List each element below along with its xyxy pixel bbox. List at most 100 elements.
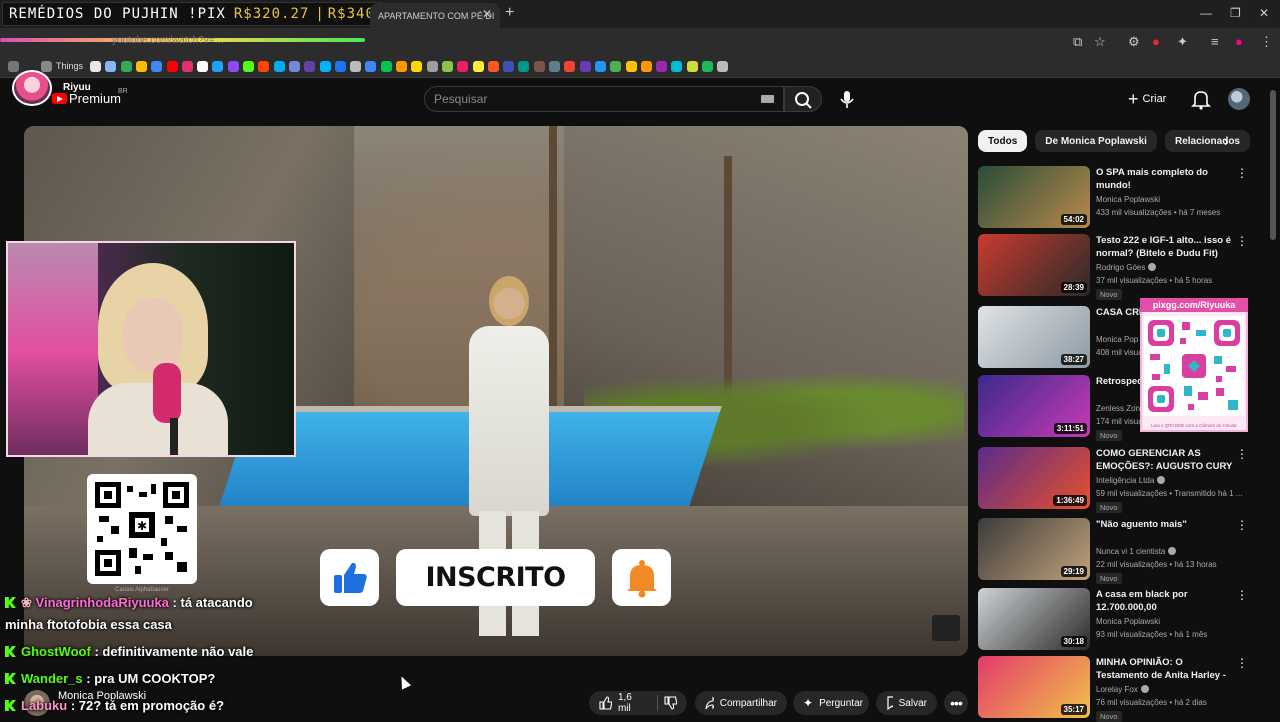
recommendation-item[interactable]: 35:17 MINHA OPINIÃO: O Testamento de Anit… [978, 656, 1258, 722]
video-thumbnail[interactable]: 54:02 [978, 166, 1090, 228]
video-title[interactable]: COMO GERENCIAR AS EMOÇÕES?: AUGUSTO CURY… [1096, 447, 1236, 473]
bookmark-favicon-icon[interactable] [625, 61, 637, 72]
video-thumbnail[interactable]: 29:19 [978, 518, 1090, 580]
bookmark-favicon-icon[interactable] [120, 61, 132, 72]
bookmark-favicon-icon[interactable] [579, 61, 591, 72]
bookmark-favicon-icon[interactable] [533, 61, 545, 72]
bookmark-favicon-icon[interactable] [227, 61, 239, 72]
bookmark-folder-things[interactable]: Things [56, 61, 83, 71]
create-button[interactable]: + Criar [1128, 89, 1166, 109]
browser-tab-active[interactable]: APARTAMENTO COM PÉ DI [370, 3, 500, 28]
recommendation-item[interactable]: 1:36:49 COMO GERENCIAR AS EMOÇÕES?: AUGUS… [978, 447, 1258, 513]
bookmark-favicon-icon[interactable] [212, 61, 224, 72]
bookmark-favicon-icon[interactable] [472, 61, 484, 72]
bookmark-favicon-icon[interactable] [273, 61, 285, 72]
premium-label[interactable]: Premium [69, 91, 121, 106]
video-title[interactable]: Testo 222 e IGF-1 alto... isso é normal?… [1096, 234, 1236, 260]
more-options-icon[interactable]: ⋮ [1236, 518, 1248, 532]
bookmark-favicon-icon[interactable] [411, 61, 423, 72]
bookmark-favicon-icon[interactable] [151, 61, 163, 72]
page-scrollbar[interactable] [1270, 90, 1276, 240]
bookmark-favicon-icon[interactable] [487, 61, 499, 72]
recommendation-item[interactable]: 30:18 A casa em black por 12.700.000,00 Mo… [978, 588, 1258, 650]
keyboard-icon[interactable] [761, 95, 774, 103]
chip-related[interactable]: Relacionados [1164, 130, 1250, 152]
reading-list-icon[interactable]: ≡ [1211, 34, 1219, 49]
video-channel[interactable]: Monica Poplawski [1096, 617, 1160, 626]
more-options-icon[interactable]: ⋮ [1236, 447, 1248, 461]
more-actions-button[interactable]: ••• [944, 691, 968, 715]
video-channel[interactable]: Inteligência Ltda [1096, 476, 1166, 485]
video-channel[interactable]: Monica Poplawski [1096, 195, 1160, 204]
more-options-icon[interactable]: ⋮ [1236, 166, 1248, 180]
video-channel[interactable]: Lorelay Fox [1096, 685, 1149, 694]
notifications-button[interactable] [1191, 88, 1211, 110]
bookmark-favicon-icon[interactable] [396, 61, 407, 72]
bookmark-favicon-icon[interactable] [350, 61, 362, 72]
video-channel[interactable]: Zenless Zon [1096, 404, 1140, 413]
puzzle-icon[interactable]: ✦ [1177, 34, 1188, 50]
bookmark-favicon-icon[interactable] [319, 61, 331, 72]
microphone-button[interactable] [836, 88, 858, 110]
video-title[interactable]: "Não aguento mais" [1096, 518, 1236, 531]
tab-close-icon[interactable]: ✕ [482, 7, 492, 21]
user-avatar[interactable] [1228, 88, 1250, 110]
bookmark-favicon-icon[interactable] [304, 61, 316, 72]
bookmark-favicon-icon[interactable] [441, 61, 453, 72]
apps-icon[interactable] [8, 61, 19, 72]
video-title[interactable]: MINHA OPINIÃO: O Testamento de Anita Har… [1096, 656, 1236, 682]
bookmark-favicon-icon[interactable] [564, 61, 576, 72]
video-thumbnail[interactable]: 30:18 [978, 588, 1090, 650]
video-channel[interactable]: Nunca vi 1 cientista [1096, 547, 1177, 556]
extension-icon[interactable]: ⚙ [1128, 34, 1140, 50]
close-window-icon[interactable]: ✕ [1259, 6, 1269, 20]
bookmark-favicon-icon[interactable] [181, 61, 193, 72]
ask-button[interactable]: ✦ Perguntar [793, 691, 869, 715]
more-options-icon[interactable]: ⋮ [1236, 588, 1248, 602]
bookmark-favicon-icon[interactable] [135, 61, 147, 72]
more-options-icon[interactable]: ⋮ [1236, 234, 1248, 248]
bookmark-favicon-icon[interactable] [640, 61, 652, 72]
chip-all[interactable]: Todos [978, 130, 1028, 152]
bookmark-favicon-icon[interactable] [518, 61, 530, 72]
video-thumbnail[interactable]: 38:27 [978, 306, 1090, 368]
bookmark-favicon-icon[interactable] [717, 61, 729, 72]
url-text[interactable]: youtube.com/watch?v=… [112, 35, 225, 46]
bookmark-favicon-icon[interactable] [671, 61, 683, 72]
search-button[interactable] [784, 86, 822, 112]
bookmark-favicon-icon[interactable] [610, 61, 622, 72]
new-tab-icon[interactable]: + [505, 4, 514, 22]
bookmark-favicon-icon[interactable] [702, 61, 713, 72]
bookmark-favicon-icon[interactable] [166, 61, 178, 72]
share-button[interactable]: Compartilhar [695, 691, 787, 715]
bookmark-favicon-icon[interactable] [105, 61, 117, 72]
browser-menu-icon[interactable]: ⋮ [1260, 34, 1273, 50]
recommendation-item[interactable]: 28:39 Testo 222 e IGF-1 alto... isso é no… [978, 234, 1258, 300]
bookmark-favicon-icon[interactable] [365, 61, 377, 72]
maximize-icon[interactable]: ❐ [1230, 6, 1241, 20]
bookmark-favicon-icon[interactable] [503, 61, 515, 72]
more-options-icon[interactable]: ⋮ [1236, 656, 1248, 670]
bookmark-star-icon[interactable]: ☆ [1094, 34, 1106, 50]
video-thumbnail[interactable]: 1:36:49 [978, 447, 1090, 509]
recommendation-item[interactable]: 29:19 "Não aguento mais" Nunca vi 1 cienti… [978, 518, 1258, 584]
youtube-logo-icon[interactable] [52, 93, 67, 104]
bookmark-favicon-icon[interactable] [594, 61, 606, 72]
video-thumbnail[interactable]: 35:17 [978, 656, 1090, 718]
bookmark-favicon-icon[interactable] [334, 61, 346, 72]
bookmark-favicon-icon[interactable] [457, 61, 469, 72]
chevron-right-icon[interactable]: › [1224, 133, 1229, 149]
bookmark-favicon-icon[interactable] [549, 61, 560, 72]
video-thumbnail[interactable]: 28:39 [978, 234, 1090, 296]
video-thumbnail[interactable]: 3:11:51 [978, 375, 1090, 437]
video-channel[interactable]: Rodrigo Góes [1096, 263, 1157, 272]
chip-channel[interactable]: De Monica Poplawski [1035, 130, 1157, 152]
minimize-icon[interactable]: — [1200, 6, 1212, 20]
bookmark-favicon-icon[interactable] [258, 61, 270, 72]
profile-icon[interactable]: ● [1235, 34, 1243, 49]
video-title[interactable]: O SPA mais completo do mundo! [1096, 166, 1236, 192]
like-dislike-button[interactable]: 1,6 mil [589, 691, 687, 715]
folder-icon[interactable] [41, 61, 52, 72]
bookmark-favicon-icon[interactable] [90, 61, 101, 72]
record-icon[interactable]: ● [1152, 34, 1160, 49]
